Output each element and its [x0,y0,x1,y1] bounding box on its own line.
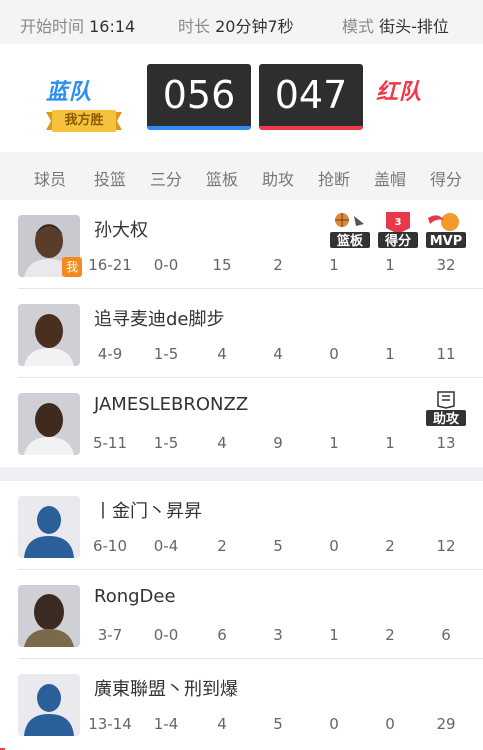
stat-steals: 1 [329,626,339,644]
winner-tag: 我方胜 [64,113,104,128]
stat-threes: 1-5 [153,345,179,363]
svg-text:篮板: 篮板 [336,233,364,249]
duration-label: 时长 [178,17,211,36]
col-rebounds: 篮板 [206,170,239,189]
stat-assists: 3 [273,626,283,644]
mode: 模式 街头-排位 [342,13,449,37]
stat-steals: 0 [329,345,339,363]
stat-points: 13 [436,434,456,452]
svg-text:得分: 得分 [384,233,411,249]
stat-assists: 4 [273,345,283,363]
stat-blocks: 2 [385,626,395,644]
stat-rebounds: 2 [217,537,227,555]
player-avatar [18,585,80,647]
stat-shots: 16-21 [88,256,132,274]
stat-threes: 1-4 [153,715,179,733]
mode-label: 模式 [342,17,375,36]
stat-threes: 0-0 [153,626,179,644]
stat-blocks: 1 [385,434,395,452]
stat-points: 11 [436,345,456,363]
start-time-value: 16:14 [89,17,136,36]
svg-text:3: 3 [395,217,402,228]
player-avatar [18,304,80,366]
svg-text:MVP: MVP [430,234,463,249]
col-threes: 三分 [150,170,183,189]
stat-points: 29 [436,715,456,733]
start-time: 开始时间 16:14 [20,13,135,37]
score-separator: : [233,80,246,118]
player-row[interactable]: RongDee 3-7 0-0 6 3 1 2 6 [0,570,483,659]
col-assists: 助攻 [262,170,295,189]
col-blocks: 盖帽 [374,170,407,189]
player-avatar [18,393,80,455]
assist-badge-icon: 助攻 [426,391,466,427]
player-row[interactable]: 追寻麦迪de脚步 4-9 1-5 4 4 0 1 11 [0,289,483,378]
stat-blocks: 1 [385,345,395,363]
stat-rebounds: 4 [217,345,227,363]
stat-assists: 5 [273,715,283,733]
stat-assists: 5 [273,537,283,555]
stat-assists: 2 [273,256,283,274]
player-name: 追寻麦迪de脚步 [94,309,225,330]
stat-steals: 0 [329,715,339,733]
red-team-name: 红队 [376,80,423,105]
match-info-bar: 开始时间 16:14 时长 20分钟7秒 模式 街头-排位 [0,0,483,44]
scoreboard: 蓝队 我方胜 056 : 047 红队 [0,44,483,152]
start-time-label: 开始时间 [20,17,85,36]
stat-rebounds: 15 [212,256,232,274]
duration: 时长 20分钟7秒 [178,13,294,37]
stats-header: 球员 投篮 三分 篮板 助攻 抢断 盖帽 得分 [0,152,483,200]
player-row[interactable]: JAMESLEBRONZZ 助攻 5-11 1-5 4 9 1 1 13 [0,378,483,467]
mvp-badge-icon: MVP [426,213,466,249]
score-badge-icon: 3 得分 [378,212,418,249]
player-row[interactable]: 丨金门丶昇昇 6-10 0-4 2 5 0 2 12 [0,481,483,570]
stat-shots: 6-10 [92,537,128,555]
blue-team-name: 蓝队 [46,80,93,105]
player-row[interactable]: 我 孙大权 篮板 3 得分 MVP 16-21 0-0 15 2 1 1 32 [0,200,483,289]
col-steals: 抢断 [318,170,351,189]
duration-value: 20分钟7秒 [215,17,294,36]
stat-shots: 5-11 [92,434,128,452]
stat-threes: 0-0 [153,256,179,274]
stat-threes: 0-4 [153,537,179,555]
default-avatar-icon [18,496,80,558]
me-tag: 我 [62,257,82,277]
default-avatar-icon [18,674,80,736]
stat-points: 12 [436,537,456,555]
stat-blocks: 1 [385,256,395,274]
stat-shots: 3-7 [97,626,123,644]
stat-assists: 9 [273,434,283,452]
stat-rebounds: 4 [217,715,227,733]
stat-points: 6 [441,626,451,644]
stat-shots: 4-9 [97,345,123,363]
stat-steals: 1 [329,434,339,452]
stat-rebounds: 4 [217,434,227,452]
player-name: 孙大权 [94,220,148,241]
stat-steals: 0 [329,537,339,555]
stat-rebounds: 6 [217,626,227,644]
col-points: 得分 [430,170,463,189]
mode-value: 街头-排位 [379,17,449,36]
stat-blocks: 2 [385,537,395,555]
player-row[interactable]: 廣東聯盟丶刑到爆 13-14 1-4 4 5 0 0 29 [0,659,483,748]
col-player: 球员 [34,170,67,189]
team-separator [0,467,483,481]
player-name: 廣東聯盟丶刑到爆 [94,679,238,700]
player-name: 丨金门丶昇昇 [94,501,202,522]
red-score: 047 [259,64,363,130]
col-shots: 投篮 [94,170,127,189]
stat-shots: 13-14 [88,715,132,733]
player-name: RongDee [94,586,176,607]
svg-text:助攻: 助攻 [433,411,460,427]
player-name: JAMESLEBRONZZ [94,394,249,415]
stat-steals: 1 [329,256,339,274]
stat-threes: 1-5 [153,434,179,452]
stat-blocks: 0 [385,715,395,733]
stat-points: 32 [436,256,456,274]
rebound-badge-icon: 篮板 [330,213,370,249]
